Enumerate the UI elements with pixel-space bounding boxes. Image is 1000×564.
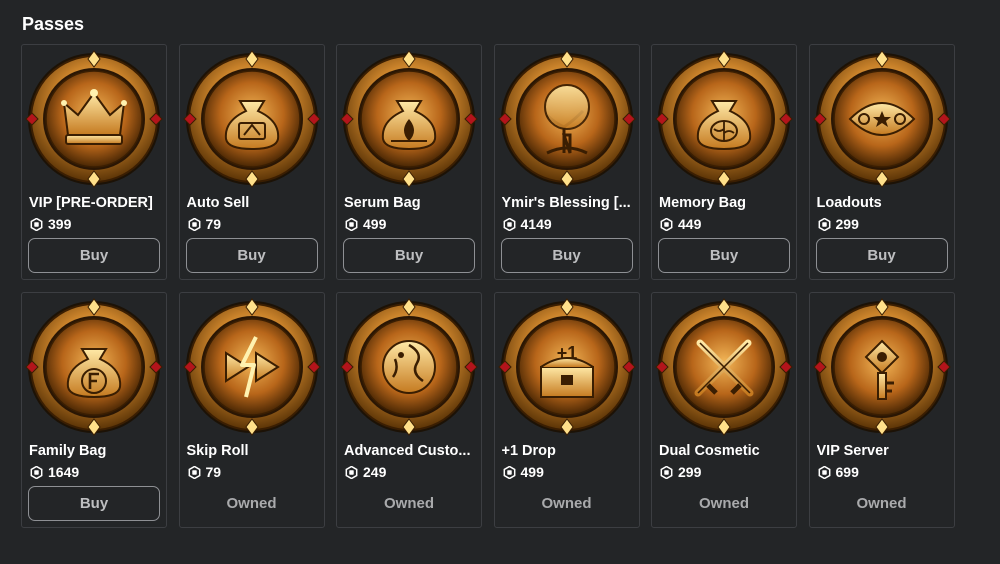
pass-price: 499 (520, 464, 544, 480)
pass-card[interactable]: VIP [PRE-ORDER] 399 Buy (21, 44, 167, 280)
pass-name: Serum Bag (344, 195, 421, 211)
price-row: 4149 (503, 216, 552, 232)
pass-card[interactable]: Memory Bag 449 Buy (651, 44, 797, 280)
pass-name: Dual Cosmetic (659, 443, 760, 459)
robux-icon (30, 217, 43, 231)
pass-name: Advanced Custo... (344, 443, 471, 459)
skip-icon[interactable] (182, 297, 322, 437)
pass-price: 299 (678, 464, 702, 480)
pass-price: 499 (363, 216, 387, 232)
robux-icon (345, 465, 358, 479)
serum-bag-icon[interactable] (339, 49, 479, 189)
pass-name: Memory Bag (659, 195, 747, 211)
pass-card[interactable]: Dual Cosmetic 299 Owned (651, 292, 797, 528)
owned-label: Owned (226, 495, 277, 512)
pass-price: 79 (205, 464, 222, 480)
pass-card[interactable]: Ymir's Blessing [... 4149 Buy (493, 44, 640, 280)
customize-icon[interactable] (339, 297, 479, 437)
pass-card[interactable]: Auto Sell 79 Buy (178, 44, 325, 280)
robux-icon (818, 217, 831, 231)
robux-icon (660, 465, 673, 479)
page-title: Passes (22, 14, 85, 34)
robux-icon (503, 465, 516, 479)
buy-button[interactable]: Buy (815, 238, 948, 273)
pass-price: 249 (363, 464, 387, 480)
robux-icon (660, 217, 673, 231)
price-row: 449 (660, 216, 701, 232)
robux-icon (503, 217, 516, 231)
owned-label: Owned (698, 495, 749, 512)
pass-price: 79 (205, 216, 222, 232)
crown-icon[interactable] (24, 49, 164, 189)
buy-button[interactable]: Buy (658, 238, 790, 273)
pass-card[interactable]: Skip Roll 79 Owned (178, 292, 325, 528)
price-row: 399 (30, 216, 71, 232)
owned-label: Owned (541, 495, 592, 512)
pass-card[interactable]: Loadouts 299 Buy (808, 44, 955, 280)
price-row: 299 (660, 464, 701, 480)
pass-price: 449 (678, 216, 702, 232)
pass-card[interactable]: +1 +1 Drop 499 Owned (493, 292, 640, 528)
price-row: 299 (818, 216, 859, 232)
owned-label: Owned (383, 495, 434, 512)
tree-icon[interactable] (497, 49, 637, 189)
pass-name: Ymir's Blessing [... (501, 195, 631, 211)
pass-name: +1 Drop (501, 443, 556, 459)
price-row: 699 (818, 464, 859, 480)
pass-name: Family Bag (29, 443, 107, 459)
passes-grid: VIP [PRE-ORDER] 399 Buy Auto Sell 79 Buy… (21, 44, 956, 528)
price-row: 499 (345, 216, 386, 232)
owned-label: Owned (856, 495, 907, 512)
crossed-swords-icon[interactable] (654, 297, 794, 437)
pass-card[interactable]: Family Bag 1649 Buy (21, 292, 167, 528)
buy-button[interactable]: Buy (28, 486, 160, 521)
price-row: 79 (188, 464, 222, 480)
pass-card[interactable]: VIP Server 699 Owned (808, 292, 955, 528)
pass-name: Loadouts (816, 195, 882, 211)
pass-price: 699 (835, 464, 859, 480)
price-row: 499 (503, 464, 544, 480)
robux-icon (345, 217, 358, 231)
brain-bag-icon[interactable] (654, 49, 794, 189)
pass-name: VIP Server (816, 443, 889, 459)
price-row: 1649 (30, 464, 79, 480)
pass-name: Auto Sell (186, 195, 250, 211)
family-bag-icon[interactable] (24, 297, 164, 437)
pass-price: 4149 (520, 216, 552, 232)
pass-price: 399 (48, 216, 72, 232)
pass-name: Skip Roll (186, 443, 249, 459)
robux-icon (30, 465, 43, 479)
robux-icon (188, 217, 201, 231)
pass-card[interactable]: Serum Bag 499 Buy (336, 44, 482, 280)
key-icon[interactable] (812, 297, 952, 437)
buy-button[interactable]: Buy (185, 238, 318, 273)
price-row: 79 (188, 216, 222, 232)
price-row: 249 (345, 464, 386, 480)
pass-price: 299 (835, 216, 859, 232)
pass-card[interactable]: Advanced Custo... 249 Owned (336, 292, 482, 528)
pass-price: 1649 (48, 464, 80, 480)
robux-icon (818, 465, 831, 479)
buy-button[interactable]: Buy (28, 238, 160, 273)
buy-button[interactable]: Buy (500, 238, 633, 273)
buy-button[interactable]: Buy (343, 238, 475, 273)
chest-icon[interactable]: +1 (497, 297, 637, 437)
pass-name: VIP [PRE-ORDER] (29, 195, 153, 211)
loadouts-icon[interactable] (812, 49, 952, 189)
robux-icon (188, 465, 201, 479)
svg-text:+1: +1 (556, 343, 577, 363)
money-bag-icon[interactable] (182, 49, 322, 189)
